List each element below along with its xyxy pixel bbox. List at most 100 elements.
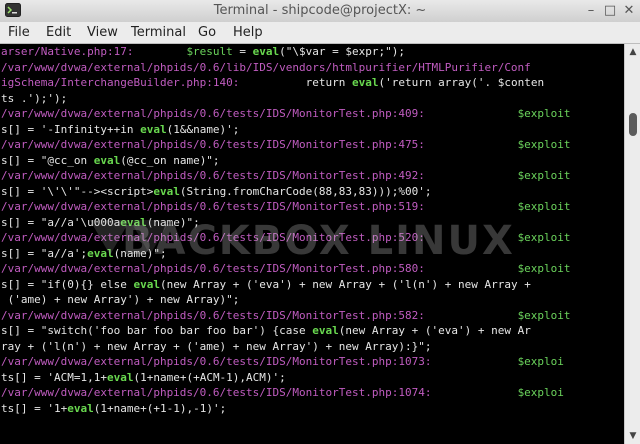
terminal-segment-plain: ("\$var = $expr;"); (279, 45, 406, 58)
arrow-up-icon[interactable]: ▲ (625, 45, 640, 59)
terminal-segment-plain (425, 200, 518, 213)
terminal-line: ('ame) + new Array') + new Array)"; (0, 292, 624, 308)
arrow-down-icon[interactable]: ▼ (625, 429, 640, 443)
terminal-line: /var/www/dvwa/external/phpids/0.6/lib/ID… (0, 60, 624, 76)
terminal-segment-var: $exploi (517, 386, 564, 399)
terminal-segment-plain (133, 45, 186, 58)
terminal-line: s[] = "switch('foo bar foo bar foo bar')… (0, 323, 624, 339)
terminal-segment-path: igSchema/InterchangeBuilder.php:140: (1, 76, 240, 89)
terminal-segment-eval: eval (133, 277, 160, 291)
terminal-line: /var/www/dvwa/external/phpids/0.6/tests/… (0, 168, 624, 184)
terminal-segment-plain (425, 169, 518, 182)
terminal-segment-eval: eval (93, 153, 121, 167)
terminal-segment-plain: = (232, 45, 253, 58)
terminal-segment-var: $exploit (517, 262, 571, 275)
terminal-segment-eval: eval (67, 401, 94, 415)
window-title: Terminal - shipcode@projectX: ~ (213, 3, 427, 18)
terminal-line: ray + ('l(n') + new Array + ('ame) + new… (0, 339, 624, 355)
terminal-segment-var: $exploit (517, 107, 571, 120)
terminal-line: /var/www/dvwa/external/phpids/0.6/tests/… (0, 230, 624, 246)
terminal-segment-eval: eval (153, 184, 180, 198)
terminal-segment-eval: eval (106, 370, 134, 384)
terminal-segment-path: /var/www/dvwa/external/phpids/0.6/tests/… (1, 107, 425, 120)
close-button[interactable]: ✕ (620, 2, 638, 20)
terminal-line: s[] = "a//a';eval(name)"; (0, 246, 624, 262)
terminal-segment-eval: eval (312, 324, 339, 337)
menu-view[interactable]: View (87, 25, 118, 40)
terminal-segment-plain: (1&&name)'; (166, 122, 240, 136)
terminal-segment-plain: (1+name+(+ACM-1),ACM)'; (133, 370, 286, 384)
maximize-button[interactable]: □ (601, 2, 619, 20)
terminal-segment-plain: (name)"; (113, 246, 167, 260)
terminal-line: s[] = '\'\'"--><script>eval(String.fromC… (0, 184, 624, 200)
terminal-segment-plain: s[] = "switch('foo bar foo bar foo bar')… (1, 324, 313, 337)
title-bar[interactable]: Terminal - shipcode@projectX: ~ – □ ✕ (0, 0, 640, 23)
terminal-segment-plain (425, 262, 518, 275)
menu-go[interactable]: Go (198, 25, 216, 40)
terminal-segment-plain: ('ame) + new Array') + new Array)"; (1, 293, 240, 306)
terminal-segment-var: $exploit (517, 231, 571, 244)
terminal-line: /var/www/dvwa/external/phpids/0.6/tests/… (0, 385, 624, 401)
terminal-segment-plain: s[] = "a//a'; (1, 246, 88, 260)
terminal-segment-plain: (new Array + ('eva') + new Ar (338, 324, 531, 337)
terminal-line: igSchema/InterchangeBuilder.php:140: ret… (0, 75, 624, 91)
terminal-segment-plain (425, 231, 518, 244)
terminal-segment-eval: eval (87, 246, 114, 260)
terminal-line: /var/www/dvwa/external/phpids/0.6/tests/… (0, 261, 624, 277)
terminal-segment-plain (425, 107, 518, 120)
terminal-line: /var/www/dvwa/external/phpids/0.6/tests/… (0, 199, 624, 215)
terminal-line: s[] = "@cc_on eval(@cc_on name)"; (0, 153, 624, 169)
terminal-output[interactable]: arser/Native.php:17: $result = eval("\$v… (0, 44, 624, 444)
menu-terminal[interactable]: Terminal (131, 25, 186, 40)
terminal-segment-plain (431, 355, 517, 368)
terminal-line: /var/www/dvwa/external/phpids/0.6/tests/… (0, 106, 624, 122)
vertical-scrollbar[interactable]: ▲ ▼ (624, 44, 640, 444)
terminal-segment-var: $exploit (517, 200, 571, 213)
terminal-segment-path: /var/www/dvwa/external/phpids/0.6/tests/… (1, 138, 425, 151)
minimize-button[interactable]: – (582, 2, 600, 20)
terminal-segment-eval: eval (120, 215, 147, 229)
scroll-thumb[interactable] (629, 113, 637, 136)
terminal-segment-path: /var/www/dvwa/external/phpids/0.6/lib/ID… (1, 60, 531, 74)
terminal-segment-path: /var/www/dvwa/external/phpids/0.6/tests/… (1, 355, 432, 368)
terminal-segment-plain: ('return array('. $conten (378, 76, 545, 89)
terminal-segment-eval: eval (352, 76, 379, 89)
terminal-segment-plain: s[] = "@cc_on (1, 153, 94, 167)
terminal-segment-plain: return (239, 76, 353, 89)
terminal-segment-plain: ts .');'); (1, 91, 68, 105)
terminal-segment-plain: ray + ('l(n') + new Array + ('ame) + new… (1, 339, 432, 353)
menu-file[interactable]: File (8, 25, 30, 40)
terminal-segment-path: arser/Native.php:17: (1, 45, 134, 58)
terminal-segment-var: $exploit (517, 308, 571, 322)
menu-bar: File Edit View Terminal Go Help (0, 22, 640, 44)
terminal-segment-plain (431, 386, 517, 399)
terminal-line: ts[] = '1+eval(1+name+(+1-1),-1)'; (0, 401, 624, 417)
terminal-segment-path: /var/www/dvwa/external/phpids/0.6/tests/… (1, 308, 425, 322)
terminal-line: ts .');'); (0, 91, 624, 107)
terminal-segment-path: /var/www/dvwa/external/phpids/0.6/tests/… (1, 262, 425, 275)
terminal-segment-eval: eval (252, 45, 280, 58)
terminal-segment-path: /var/www/dvwa/external/phpids/0.6/tests/… (1, 200, 425, 213)
terminal-segment-plain: ts[] = 'ACM=1,1+ (1, 370, 107, 384)
terminal-segment-plain: s[] = "a//a'\u000a (1, 215, 121, 229)
menu-edit[interactable]: Edit (46, 25, 71, 40)
menu-help[interactable]: Help (233, 25, 263, 40)
terminal-segment-var: $exploit (517, 169, 571, 182)
terminal-segment-plain: ts[] = '1+ (1, 401, 68, 415)
terminal-segment-plain: (String.fromCharCode(88,83,83)));%00'; (179, 184, 432, 198)
terminal-segment-path: /var/www/dvwa/external/phpids/0.6/tests/… (1, 231, 425, 244)
terminal-segment-plain: (@cc_on name)"; (120, 153, 220, 167)
terminal-segment-plain: (name)"; (146, 215, 200, 229)
terminal-line: /var/www/dvwa/external/phpids/0.6/tests/… (0, 137, 624, 153)
terminal-segment-plain (425, 138, 518, 151)
terminal-segment-path: /var/www/dvwa/external/phpids/0.6/tests/… (1, 169, 425, 182)
terminal-segment-plain: s[] = '\'\'"--><script> (1, 184, 154, 198)
terminal-segment-var: $exploi (517, 355, 564, 368)
terminal-segment-path: /var/www/dvwa/external/phpids/0.6/tests/… (1, 386, 432, 399)
terminal-segment-eval: eval (140, 122, 167, 136)
terminal-line: /var/www/dvwa/external/phpids/0.6/tests/… (0, 308, 624, 324)
terminal-segment-plain: (new Array + ('eva') + new Array + ('l(n… (159, 277, 531, 291)
terminal-window: Terminal - shipcode@projectX: ~ – □ ✕ Fi… (0, 0, 640, 444)
terminal-segment-var: $exploit (517, 138, 571, 151)
terminal-line: s[] = '-Infinity++in eval(1&&name)'; (0, 122, 624, 138)
